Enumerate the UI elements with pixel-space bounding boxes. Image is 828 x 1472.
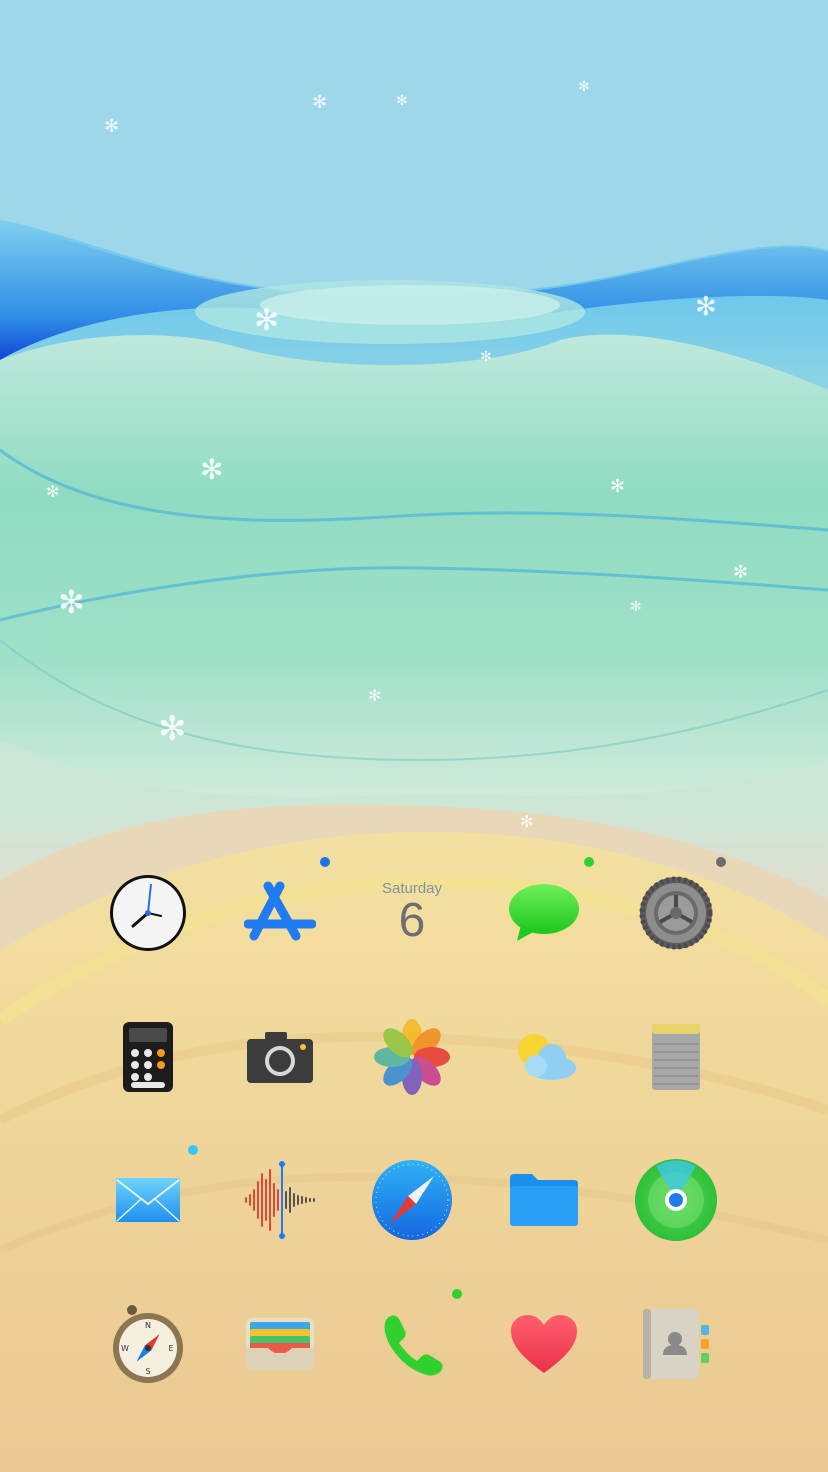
- settings-app-icon[interactable]: [628, 865, 724, 961]
- snowflake-icon: ✻: [630, 599, 642, 615]
- health-app-icon[interactable]: [496, 1296, 592, 1392]
- messages-icon: [509, 884, 579, 941]
- compass-icon: N S W E: [113, 1305, 183, 1383]
- snowflake-icon: ✻: [396, 93, 408, 109]
- snowflake-icon: ✻: [695, 292, 717, 322]
- contacts-icon: [643, 1309, 709, 1379]
- files-app-icon[interactable]: [496, 1152, 592, 1248]
- clock-icon: [110, 875, 186, 951]
- weather-app-icon[interactable]: [496, 1009, 592, 1105]
- safari-app-icon[interactable]: [364, 1152, 460, 1248]
- calendar-date: 6: [398, 893, 426, 947]
- voice-memos-app-icon[interactable]: [232, 1152, 328, 1248]
- photos-icon: [374, 1019, 450, 1095]
- contacts-app-icon[interactable]: [628, 1296, 724, 1392]
- svg-text:N: N: [145, 1321, 151, 1330]
- phone-icon: [384, 1315, 443, 1376]
- snowflake-icon: ✻: [58, 583, 85, 621]
- snowflake-icon: ✻: [46, 482, 60, 501]
- snowflake-icon: ✻: [610, 476, 626, 497]
- wallpaper: [0, 0, 828, 1472]
- heart-icon: [511, 1315, 577, 1373]
- snowflake-icon: ✻: [733, 562, 749, 583]
- snowflake-icon: ✻: [578, 79, 590, 95]
- calculator-icon: [123, 1022, 173, 1092]
- clock-app-icon[interactable]: [100, 865, 196, 961]
- snowflake-icon: ✻: [104, 116, 120, 137]
- app-store-app-icon[interactable]: [232, 865, 328, 961]
- snowflake-icon: ✻: [200, 453, 224, 486]
- snowflake-icon: ✻: [312, 92, 328, 113]
- camera-app-icon[interactable]: [232, 1009, 328, 1105]
- svg-text:W: W: [121, 1344, 129, 1353]
- voice-memos-icon: [245, 1161, 315, 1239]
- folder-icon: [510, 1174, 578, 1226]
- wallet-app-icon[interactable]: [232, 1296, 328, 1392]
- gear-icon: [639, 876, 713, 950]
- find-my-app-icon[interactable]: [628, 1152, 724, 1248]
- photos-app-icon[interactable]: [364, 1009, 460, 1105]
- snowflake-icon: ✻: [520, 812, 534, 831]
- app-store-icon: [244, 881, 316, 941]
- weather-icon: [518, 1034, 576, 1080]
- calendar-app-icon[interactable]: Saturday 6: [364, 865, 460, 961]
- phone-app-icon[interactable]: [364, 1296, 460, 1392]
- mail-app-icon[interactable]: [100, 1152, 196, 1248]
- snowflake-icon: ✻: [158, 709, 187, 749]
- notes-icon: [652, 1024, 700, 1090]
- svg-text:S: S: [145, 1367, 150, 1376]
- compass-app-icon[interactable]: N S W E: [100, 1296, 196, 1392]
- snowflake-icon: ✻: [368, 686, 382, 705]
- camera-icon: [247, 1032, 313, 1083]
- calculator-app-icon[interactable]: [100, 1009, 196, 1105]
- notes-app-icon[interactable]: [628, 1009, 724, 1105]
- wallet-icon: [246, 1318, 314, 1370]
- snowflake-icon: ✻: [480, 349, 492, 365]
- svg-text:E: E: [168, 1344, 173, 1353]
- safari-icon: [372, 1160, 452, 1240]
- messages-app-icon[interactable]: [496, 865, 592, 961]
- snowflake-icon: ✻: [254, 303, 280, 338]
- mail-icon: [116, 1178, 180, 1222]
- find-my-icon: [635, 1159, 717, 1241]
